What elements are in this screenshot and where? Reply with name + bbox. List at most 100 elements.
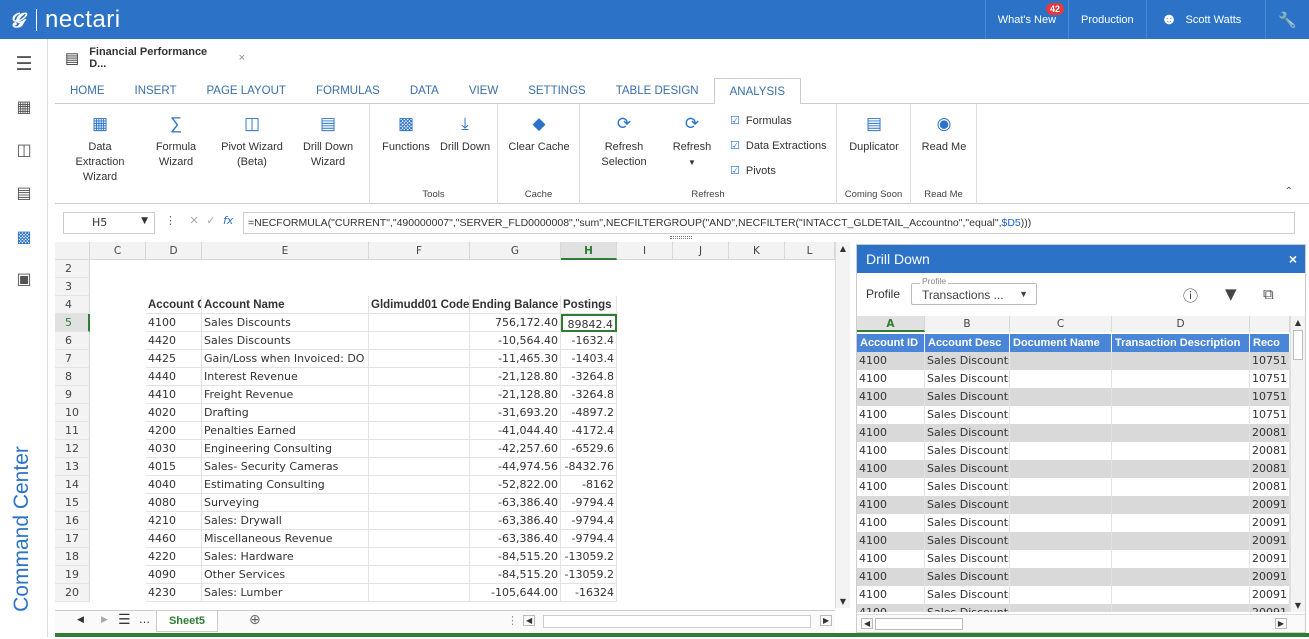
table-cell[interactable]: -52,822.00	[470, 476, 561, 494]
row-header[interactable]: 18	[55, 548, 90, 566]
table-cell[interactable]: Sales Discounts	[925, 370, 1010, 388]
table-cell[interactable]	[369, 404, 470, 422]
table-cell[interactable]: 4100	[857, 586, 925, 604]
hamburger-menu-icon[interactable]: ☰	[12, 53, 36, 75]
table-cell[interactable]	[369, 314, 470, 332]
table-cell[interactable]: -8432.76	[561, 458, 617, 476]
table-cell[interactable]: -1632.4	[561, 332, 617, 350]
column-header[interactable]: J	[673, 242, 729, 260]
wrench-icon[interactable]: 🔧	[1265, 0, 1309, 39]
row-header[interactable]: 10	[55, 404, 90, 422]
selected-cell[interactable]: 89842.4	[561, 314, 617, 332]
table-cell[interactable]: 20091	[1250, 532, 1290, 550]
clear-cache-button[interactable]: ◆ Clear Cache	[504, 114, 574, 155]
table-cell[interactable]: 4440	[146, 368, 202, 386]
filter-icon[interactable]: ▼	[1225, 285, 1237, 303]
pivot-wizard-button[interactable]: ◫ Pivot Wizard (Beta)	[217, 114, 287, 170]
column-header[interactable]: E	[202, 242, 369, 260]
table-cell[interactable]: Sales- Security Cameras	[202, 458, 369, 476]
row-header[interactable]: 17	[55, 530, 90, 548]
table-cell[interactable]	[1112, 424, 1250, 442]
functions-button[interactable]: ▩ Functions	[378, 114, 434, 155]
drill-down-horizontal-scrollbar[interactable]: ◀ ▶	[857, 614, 1305, 632]
table-cell[interactable]	[1112, 370, 1250, 388]
table-cell[interactable]: 4220	[146, 548, 202, 566]
table-header-cell[interactable]: Postings	[561, 296, 617, 314]
table-cell[interactable]: Sales Discounts	[925, 424, 1010, 442]
table-cell[interactable]	[1112, 586, 1250, 604]
scroll-left-icon[interactable]: ◀	[523, 615, 536, 626]
column-header[interactable]: D	[146, 242, 202, 260]
splitter-handle[interactable]	[670, 236, 692, 239]
table-cell[interactable]	[1010, 478, 1112, 496]
table-cell[interactable]: -3264.8	[561, 386, 617, 404]
row-header[interactable]: 15	[55, 494, 90, 512]
row-header[interactable]: 12	[55, 440, 90, 458]
table-cell[interactable]: Estimating Consulting	[202, 476, 369, 494]
table-cell[interactable]: -41,044.40	[470, 422, 561, 440]
table-cell[interactable]	[1010, 370, 1112, 388]
name-box[interactable]: H5 ▼	[63, 212, 155, 234]
table-cell[interactable]: Drafting	[202, 404, 369, 422]
pivots-checkbox[interactable]: ☑ Pivots	[730, 164, 776, 177]
column-header[interactable]: I	[617, 242, 673, 260]
table-cell[interactable]: -63,386.40	[470, 494, 561, 512]
tab-formulas[interactable]: FORMULAS	[301, 78, 395, 104]
copy-icon[interactable]: ⧉	[1263, 285, 1274, 303]
sheet-tab[interactable]: Sheet5	[156, 611, 218, 632]
logo[interactable]: 𝓖 nectari	[0, 0, 121, 39]
row-header[interactable]: 19	[55, 566, 90, 584]
row-header[interactable]: 6	[55, 332, 90, 350]
table-cell[interactable]: Sales Discounts	[202, 332, 369, 350]
table-cell[interactable]	[1010, 514, 1112, 532]
dashboard-icon[interactable]: ◫	[12, 138, 36, 160]
table-cell[interactable]: -63,386.40	[470, 512, 561, 530]
drill-down-vertical-scrollbar[interactable]: ▲ ▼	[1290, 316, 1305, 612]
column-header[interactable]: D	[1112, 316, 1250, 332]
close-tab-icon[interactable]: ×	[239, 52, 245, 64]
table-cell[interactable]	[1010, 406, 1112, 424]
table-cell[interactable]: 756,172.40	[470, 314, 561, 332]
table-cell[interactable]: 4040	[146, 476, 202, 494]
table-cell[interactable]: -31,693.20	[470, 404, 561, 422]
table-header-cell[interactable]: Transaction Description	[1112, 334, 1250, 352]
table-cell[interactable]	[1010, 604, 1112, 612]
scroll-right-icon[interactable]: ▶	[1274, 618, 1287, 629]
row-header[interactable]: 14	[55, 476, 90, 494]
document-tab[interactable]: ▤ Financial Performance D... ×	[55, 40, 245, 76]
table-cell[interactable]	[1112, 442, 1250, 460]
scroll-up-icon[interactable]: ▲	[836, 244, 850, 253]
read-me-button[interactable]: ◉ Read Me	[917, 114, 971, 155]
table-cell[interactable]	[369, 548, 470, 566]
spreadsheet-grid[interactable]: C D E F G H I J K L 2 3 4 Account C Acco…	[55, 242, 835, 608]
table-header-cell[interactable]: Gldimudd01 Code	[369, 296, 470, 314]
column-header[interactable]: A	[857, 316, 925, 332]
table-cell[interactable]	[1010, 532, 1112, 550]
scroll-right-icon[interactable]: ▶	[820, 615, 833, 626]
column-header[interactable]: B	[925, 316, 1010, 332]
folder-icon[interactable]: ▣	[12, 267, 36, 289]
table-cell[interactable]	[1010, 424, 1112, 442]
table-cell[interactable]: 20081	[1250, 424, 1290, 442]
table-cell[interactable]: 20081	[1250, 478, 1290, 496]
table-cell[interactable]	[1010, 352, 1112, 370]
table-cell[interactable]: Other Services	[202, 566, 369, 584]
table-cell[interactable]: Miscellaneous Revenue	[202, 530, 369, 548]
scroll-left-icon[interactable]: ◀	[861, 618, 874, 629]
prev-sheet-icon[interactable]: ◀	[77, 615, 84, 625]
table-cell[interactable]	[1010, 388, 1112, 406]
table-cell[interactable]	[1112, 604, 1250, 612]
formulas-checkbox[interactable]: ☑ Formulas	[730, 114, 792, 127]
table-cell[interactable]: -13059.2	[561, 548, 617, 566]
table-cell[interactable]: -9794.4	[561, 494, 617, 512]
table-cell[interactable]: 4100	[857, 550, 925, 568]
table-cell[interactable]	[1112, 406, 1250, 424]
table-cell[interactable]: 20091	[1250, 514, 1290, 532]
table-cell[interactable]: 4100	[146, 314, 202, 332]
column-header[interactable]: H	[561, 242, 617, 260]
environment-button[interactable]: Production	[1068, 0, 1146, 39]
horizontal-splitter[interactable]: ⋮	[507, 614, 518, 627]
table-cell[interactable]: Sales Discounts	[925, 478, 1010, 496]
table-cell[interactable]: 4425	[146, 350, 202, 368]
table-cell[interactable]	[369, 350, 470, 368]
